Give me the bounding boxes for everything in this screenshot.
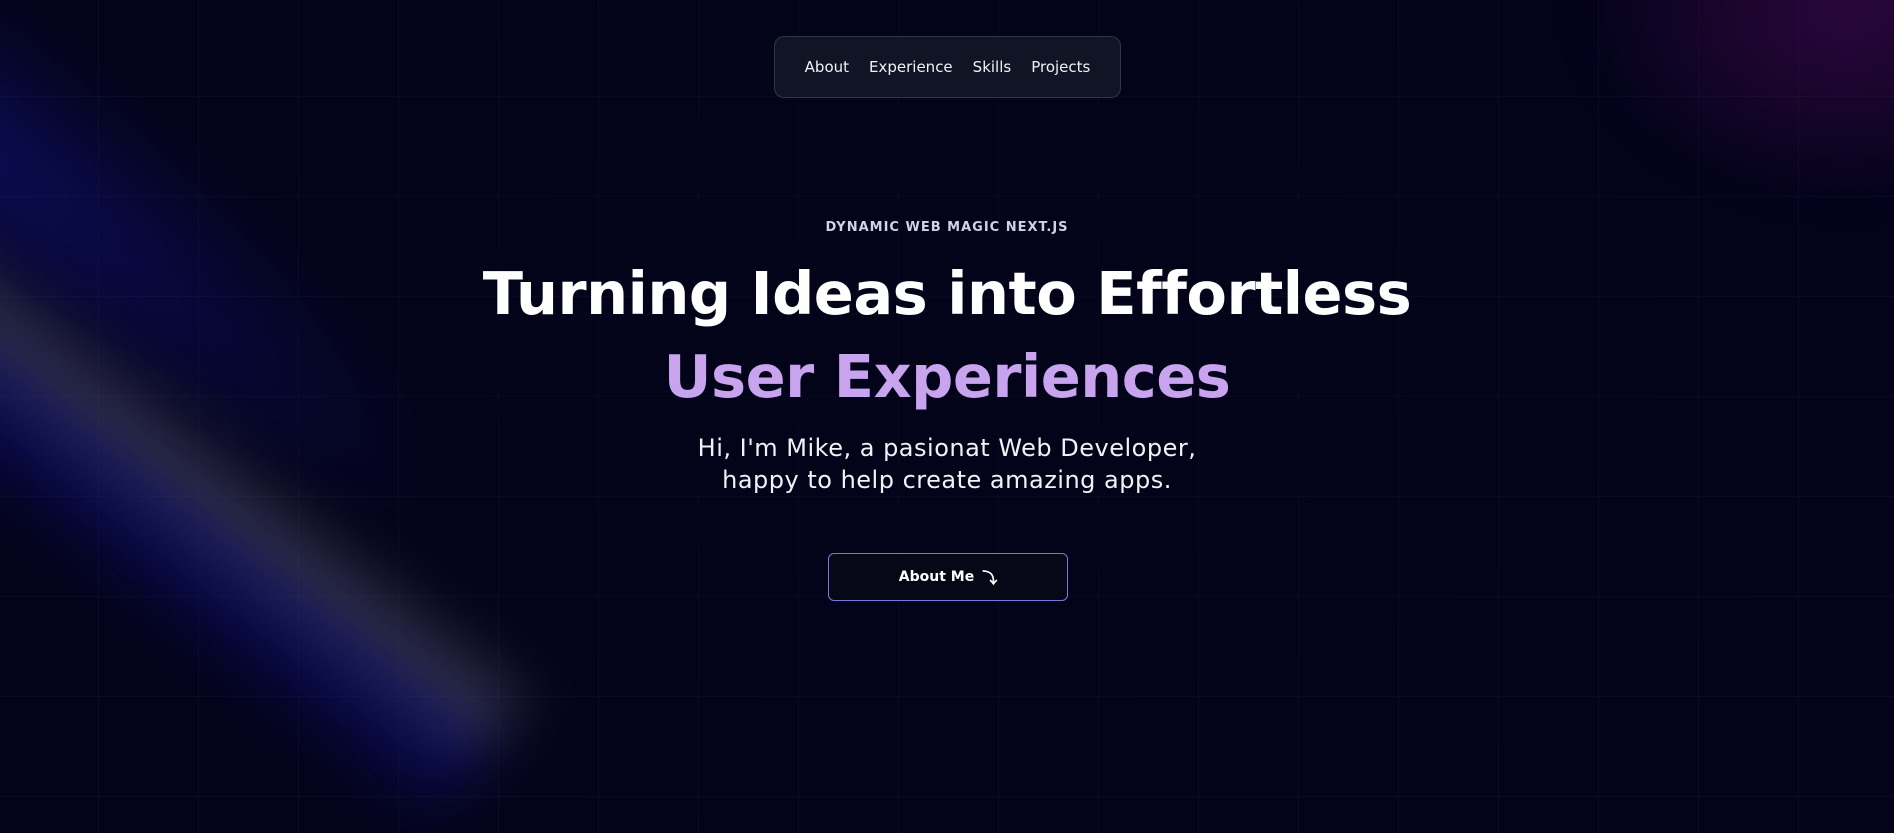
background-glow-purple [1554,0,1894,220]
hero-section: DYNAMIC WEB MAGIC NEXT.JS Turning Ideas … [0,220,1894,496]
hero-subtitle-line-1: Hi, I'm Mike, a pasionat Web Developer, [697,434,1197,462]
about-me-button-label: About Me [898,569,975,585]
floating-navbar: About Experience Skills Projects [774,36,1121,98]
arrow-down-icon: ⤵ [982,568,998,587]
hero-headline-accent: User Experiences [663,342,1231,411]
hero-subtitle-line-2: happy to help create amazing apps. [722,466,1172,494]
nav-link-projects[interactable]: Projects [1031,58,1090,76]
about-me-button[interactable]: About Me ⤵ [828,553,1068,601]
hero-headline: Turning Ideas into Effortless User Exper… [417,252,1477,418]
nav-link-about[interactable]: About [805,58,849,76]
nav-link-skills[interactable]: Skills [973,58,1012,76]
hero-headline-main: Turning Ideas into Effortless [482,259,1412,328]
hero-eyebrow: DYNAMIC WEB MAGIC NEXT.JS [825,220,1069,235]
nav-link-experience[interactable]: Experience [869,58,953,76]
hero-subtitle: Hi, I'm Mike, a pasionat Web Developer, … [0,432,1894,496]
